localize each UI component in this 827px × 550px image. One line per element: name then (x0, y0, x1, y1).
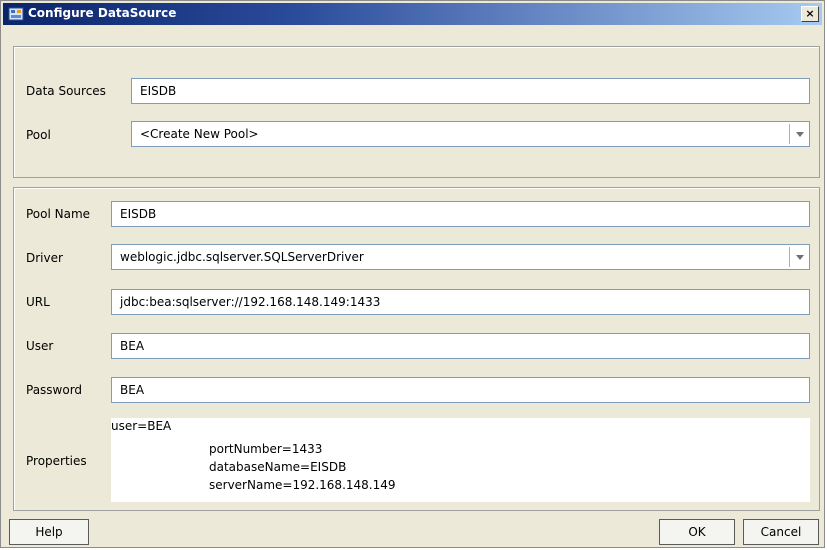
user-field[interactable]: BEA (111, 333, 810, 359)
properties-line: portNumber=1433 (209, 442, 323, 456)
data-sources-label: Data Sources (26, 84, 106, 98)
pool-name-label: Pool Name (26, 207, 91, 221)
password-field[interactable]: BEA (111, 377, 810, 403)
pool-name-field[interactable]: EISDB (111, 201, 810, 227)
driver-label: Driver (26, 251, 63, 265)
ok-button[interactable]: OK (659, 519, 735, 545)
properties-line: databaseName=EISDB (209, 460, 347, 474)
datasource-icon (8, 7, 24, 21)
chevron-down-icon[interactable] (789, 247, 809, 267)
driver-combo-value: weblogic.jdbc.sqlserver.SQLServerDriver (120, 250, 364, 264)
pool-combo-value: <Create New Pool> (140, 127, 259, 141)
properties-textarea[interactable]: user=BEA portNumber=1433 databaseName=EI… (111, 418, 810, 502)
url-field[interactable]: jdbc:bea:sqlserver://192.168.148.149:143… (111, 289, 810, 315)
properties-line: user=BEA (111, 419, 172, 433)
properties-label: Properties (26, 454, 87, 468)
data-sources-field[interactable]: EISDB (131, 78, 810, 104)
datasource-panel (13, 46, 820, 178)
password-label: Password (26, 383, 83, 397)
configure-datasource-dialog: Configure DataSource × Data Sources EISD… (0, 0, 825, 548)
pool-label: Pool (26, 128, 51, 142)
title-bar[interactable]: Configure DataSource × (3, 3, 822, 25)
properties-line: serverName=192.168.148.149 (209, 478, 396, 492)
user-label: User (26, 339, 54, 353)
chevron-down-icon[interactable] (789, 124, 809, 144)
url-label: URL (26, 295, 50, 309)
cancel-button[interactable]: Cancel (743, 519, 819, 545)
close-button[interactable]: × (801, 6, 819, 22)
driver-combo[interactable]: weblogic.jdbc.sqlserver.SQLServerDriver (111, 244, 810, 270)
help-button[interactable]: Help (9, 519, 89, 545)
pool-combo[interactable]: <Create New Pool> (131, 121, 810, 147)
window-title: Configure DataSource (28, 6, 177, 20)
